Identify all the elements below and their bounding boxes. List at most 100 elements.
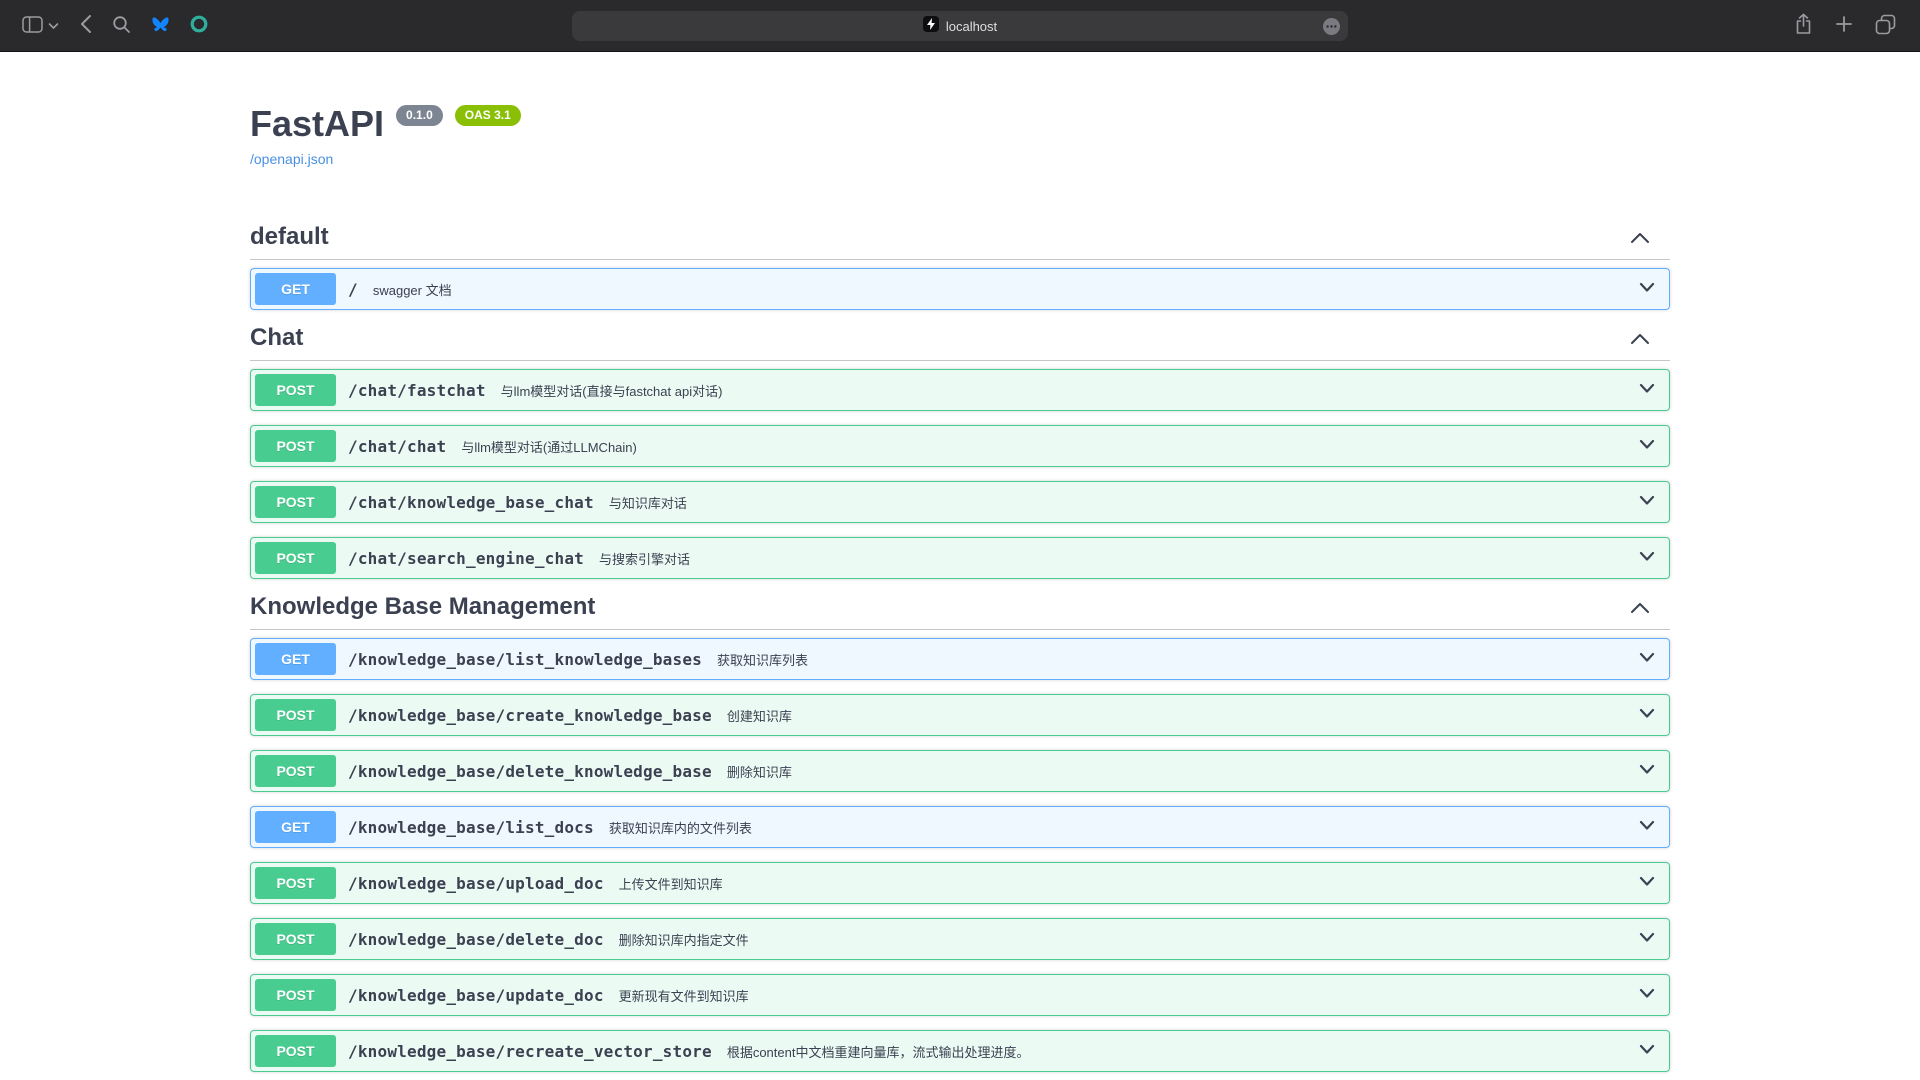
method-badge: POST [255,1035,336,1067]
operation-description: 与知识库对话 [609,493,687,512]
operation-description: 删除知识库 [727,762,792,781]
api-title-text: FastAPI [250,102,384,145]
operation-path: /chat/fastchat [348,381,486,400]
api-section: Chat POST /chat/fastchat 与llm模型对话(直接与fas… [250,324,1670,579]
operation-row[interactable]: POST /knowledge_base/create_knowledge_ba… [250,694,1670,736]
section-operations: GET / swagger 文档 [250,268,1670,310]
method-badge: GET [255,811,336,843]
expand-operation-icon[interactable] [1639,437,1655,455]
operation-path: / [348,280,358,299]
method-badge: GET [255,273,336,305]
operation-row[interactable]: POST /chat/search_engine_chat 与搜索引擎对话 [250,537,1670,579]
address-bar[interactable]: localhost [572,11,1348,41]
share-icon [1794,13,1813,38]
operation-path: /knowledge_base/create_knowledge_base [348,706,712,725]
collapse-section-icon[interactable] [1630,593,1650,621]
pinned-tab-blue[interactable] [151,16,170,36]
operation-description: 创建知识库 [727,706,792,725]
operation-row[interactable]: POST /knowledge_base/recreate_vector_sto… [250,1030,1670,1072]
butterfly-icon [151,16,170,36]
expand-operation-icon[interactable] [1639,706,1655,724]
page-options-button[interactable] [1322,17,1341,41]
method-badge: POST [255,867,336,899]
operation-path: /chat/chat [348,437,446,456]
url-text: localhost [946,19,997,34]
operation-description: 删除知识库内指定文件 [619,930,749,949]
oas-badge: OAS 3.1 [455,105,521,126]
expand-operation-icon[interactable] [1639,874,1655,892]
plus-icon [1835,15,1853,36]
operation-description: 上传文件到知识库 [619,874,723,893]
expand-operation-icon[interactable] [1639,762,1655,780]
section-operations: GET /knowledge_base/list_knowledge_bases… [250,638,1670,1072]
operation-description: 获取知识库内的文件列表 [609,818,752,837]
method-badge: POST [255,979,336,1011]
operation-row[interactable]: POST /chat/fastchat 与llm模型对话(直接与fastchat… [250,369,1670,411]
search-button[interactable] [112,15,131,37]
tabs-icon [1875,14,1896,38]
operation-path: /knowledge_base/delete_doc [348,930,604,949]
method-badge: POST [255,923,336,955]
expand-operation-icon[interactable] [1639,549,1655,567]
api-section: Knowledge Base Management GET /knowledge… [250,593,1670,1072]
expand-operation-icon[interactable] [1639,818,1655,836]
method-badge: POST [255,430,336,462]
operation-row[interactable]: POST /knowledge_base/update_doc 更新现有文件到知… [250,974,1670,1016]
collapse-section-icon[interactable] [1630,324,1650,352]
expand-operation-icon[interactable] [1639,986,1655,1004]
section-title: Knowledge Base Management [250,593,595,621]
expand-operation-icon[interactable] [1639,280,1655,298]
back-button[interactable] [79,14,92,37]
pinned-tab-teal[interactable] [190,15,208,36]
section-title: default [250,223,329,251]
operation-description: 与llm模型对话(直接与fastchat api对话) [501,381,723,400]
operation-row[interactable]: GET /knowledge_base/list_knowledge_bases… [250,638,1670,680]
expand-operation-icon[interactable] [1639,650,1655,668]
operation-row[interactable]: POST /knowledge_base/delete_doc 删除知识库内指定… [250,918,1670,960]
new-tab-button[interactable] [1835,15,1853,36]
version-badge: 0.1.0 [396,105,443,126]
operation-path: /knowledge_base/upload_doc [348,874,604,893]
expand-operation-icon[interactable] [1639,1042,1655,1060]
tab-overview-button[interactable] [1875,14,1896,38]
method-badge: GET [255,643,336,675]
method-badge: POST [255,699,336,731]
api-info: FastAPI 0.1.0 OAS 3.1 /openapi.json [250,102,1670,169]
operation-row[interactable]: POST /knowledge_base/upload_doc 上传文件到知识库 [250,862,1670,904]
collapse-section-icon[interactable] [1630,223,1650,251]
sidebar-menu-button[interactable] [48,18,59,33]
operation-description: 更新现有文件到知识库 [619,986,749,1005]
swagger-page: FastAPI 0.1.0 OAS 3.1 /openapi.json defa… [0,102,1920,1072]
ellipsis-circle-icon [1322,23,1341,40]
share-button[interactable] [1794,13,1813,38]
browser-toolbar: localhost [0,0,1920,52]
chevron-down-icon [48,18,59,33]
section-operations: POST /chat/fastchat 与llm模型对话(直接与fastchat… [250,369,1670,579]
operation-path: /knowledge_base/list_knowledge_bases [348,650,702,669]
section-header[interactable]: Knowledge Base Management [250,593,1670,630]
operation-row[interactable]: GET / swagger 文档 [250,268,1670,310]
section-title: Chat [250,324,303,352]
method-badge: POST [255,486,336,518]
operation-description: 与llm模型对话(通过LLMChain) [461,437,637,456]
operation-description: swagger 文档 [373,280,452,299]
operation-row[interactable]: POST /chat/chat 与llm模型对话(通过LLMChain) [250,425,1670,467]
operation-path: /chat/knowledge_base_chat [348,493,594,512]
operation-row[interactable]: GET /knowledge_base/list_docs 获取知识库内的文件列… [250,806,1670,848]
section-header[interactable]: Chat [250,324,1670,361]
sidebar-icon [22,16,43,36]
operation-row[interactable]: POST /knowledge_base/delete_knowledge_ba… [250,750,1670,792]
sidebar-toggle-button[interactable] [22,16,43,36]
method-badge: POST [255,755,336,787]
operation-path: /knowledge_base/delete_knowledge_base [348,762,712,781]
expand-operation-icon[interactable] [1639,493,1655,511]
operation-row[interactable]: POST /chat/knowledge_base_chat 与知识库对话 [250,481,1670,523]
expand-operation-icon[interactable] [1639,381,1655,399]
operation-path: /knowledge_base/update_doc [348,986,604,1005]
section-header[interactable]: default [250,223,1670,260]
api-section: default GET / swagger 文档 [250,223,1670,310]
operation-description: 与搜索引擎对话 [599,549,690,568]
openapi-link[interactable]: /openapi.json [250,151,333,167]
expand-operation-icon[interactable] [1639,930,1655,948]
operation-description: 根据content中文档重建向量库，流式输出处理进度。 [727,1042,1030,1061]
